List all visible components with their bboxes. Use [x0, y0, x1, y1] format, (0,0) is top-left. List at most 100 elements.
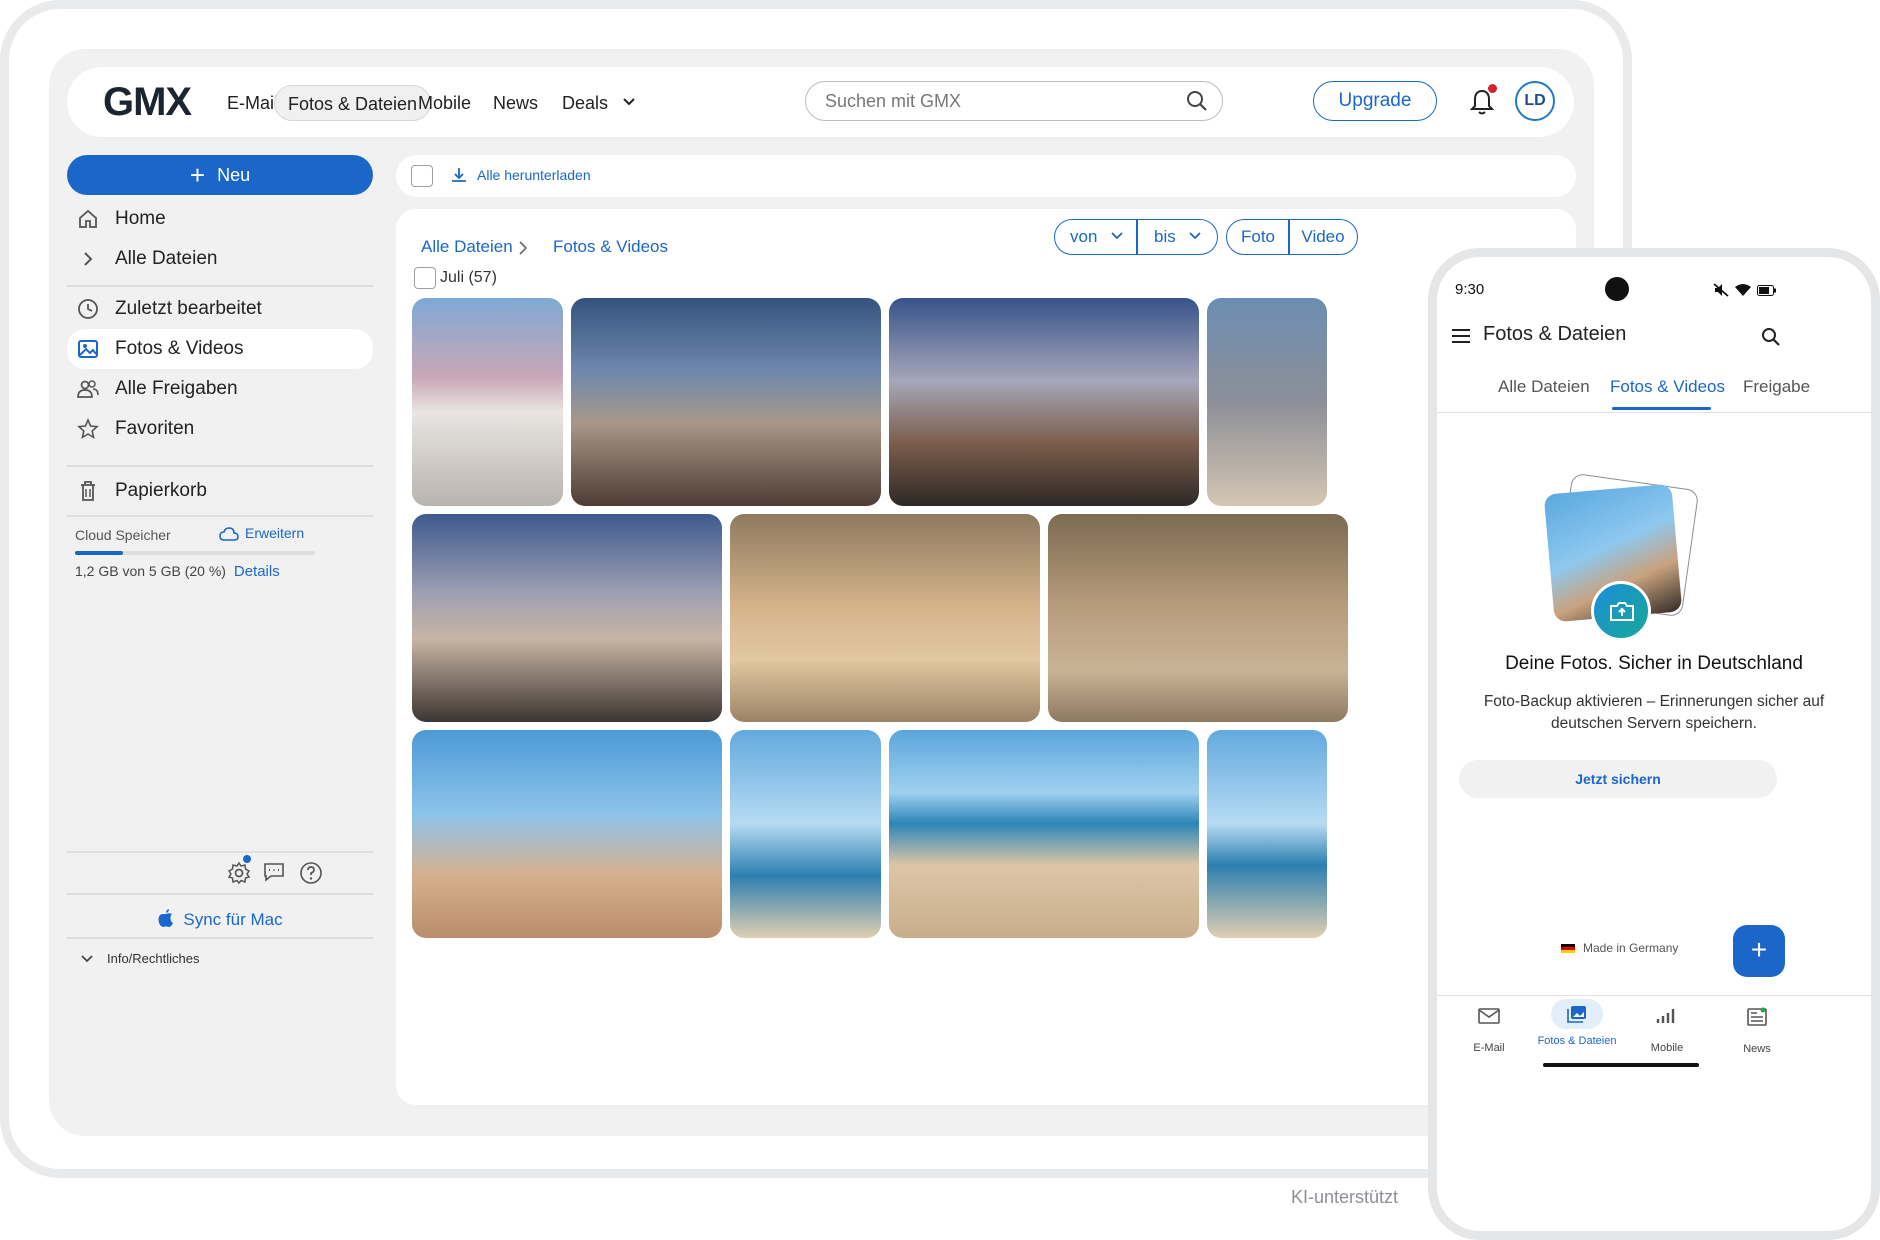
sidebar-divider [67, 893, 373, 895]
status-time: 9:30 [1455, 281, 1485, 298]
bottom-nav-mobile[interactable]: Mobile [1637, 1007, 1697, 1054]
photo-thumbnail[interactable] [730, 730, 881, 938]
photo-thumbnail[interactable] [412, 730, 722, 938]
sidebar-item-label: Alle Freigaben [115, 378, 238, 399]
home-indicator [1543, 1063, 1699, 1067]
chevron-down-icon [81, 955, 93, 963]
hamburger-menu-icon[interactable] [1451, 328, 1471, 344]
tab-shares[interactable]: Freigabe [1743, 377, 1810, 397]
expand-storage-label: Erweitern [245, 525, 305, 541]
tab-photos-videos[interactable]: Fotos & Videos [1610, 377, 1725, 397]
bottom-nav-label: News [1743, 1043, 1771, 1055]
sync-mac-link[interactable]: Sync für Mac [67, 903, 373, 937]
photo-thumbnail[interactable] [1207, 730, 1327, 938]
filter-photo-toggle[interactable]: Foto [1226, 219, 1290, 255]
ai-supported-note: KI-unterstützt [1291, 1187, 1399, 1207]
filter-to-label: bis [1154, 227, 1176, 246]
details-link[interactable]: Details [234, 563, 280, 580]
storage-label: Cloud Speicher [75, 527, 171, 543]
sidebar-divider [67, 465, 373, 467]
mail-icon [1478, 1008, 1500, 1024]
gmx-logo[interactable]: GMX [103, 82, 192, 122]
bottom-nav-news[interactable]: News [1727, 1007, 1787, 1055]
new-button-label: Neu [217, 165, 251, 185]
tab-all-files[interactable]: Alle Dateien [1498, 377, 1590, 397]
sidebar: + Neu Home Alle Dateien Zuletzt bearbeite… [67, 155, 373, 1125]
photo-thumbnail[interactable] [1048, 514, 1348, 722]
sidebar-item-recent[interactable]: Zuletzt bearbeitet [67, 289, 373, 329]
download-all-label: Alle herunterladen [477, 167, 591, 183]
download-all-button[interactable]: Alle herunterladen [451, 167, 591, 183]
search-input[interactable]: Suchen mit GMX [805, 81, 1223, 121]
bottom-nav-photos-files[interactable]: Fotos & Dateien [1523, 999, 1631, 1047]
legal-toggle[interactable]: Info/Rechtliches [81, 951, 200, 966]
legal-label: Info/Rechtliches [107, 951, 200, 966]
chevron-down-icon [1189, 232, 1201, 240]
sidebar-item-label: Papierkorb [115, 480, 207, 501]
breadcrumb-photos-videos[interactable]: Fotos & Videos [553, 237, 668, 257]
cloud-icon [219, 527, 239, 541]
feedback-icon[interactable] [263, 862, 285, 882]
sidebar-item-label: Fotos & Videos [115, 338, 244, 359]
camera-upload-icon [1610, 602, 1634, 621]
sidebar-item-favorites[interactable]: Favoriten [67, 409, 373, 449]
upgrade-button[interactable]: Upgrade [1313, 81, 1437, 121]
photo-thumbnail[interactable] [1207, 298, 1327, 506]
sidebar-item-label: Zuletzt bearbeitet [115, 298, 262, 319]
home-icon [79, 209, 97, 228]
backup-now-button[interactable]: Jetzt sichern [1459, 760, 1777, 798]
notification-badge [1488, 84, 1497, 93]
signal-bars-icon [1656, 1009, 1675, 1023]
group-select-checkbox[interactable] [414, 267, 436, 289]
app-title: Fotos & Dateien [1483, 323, 1627, 345]
sidebar-item-label: Home [115, 208, 166, 229]
apple-icon [158, 909, 174, 927]
filter-to-dropdown[interactable]: bis [1136, 219, 1218, 255]
trash-icon [81, 481, 95, 501]
avatar[interactable]: LD [1515, 81, 1555, 121]
breadcrumb-all-files[interactable]: Alle Dateien [421, 237, 513, 257]
select-all-checkbox[interactable] [411, 165, 433, 187]
photo-backup-badge [1591, 581, 1651, 641]
new-button[interactable]: + Neu [67, 155, 373, 195]
group-label: Juli (57) [440, 269, 497, 286]
help-icon[interactable] [299, 861, 323, 885]
nav-deals[interactable]: Deals [549, 85, 650, 121]
search-placeholder: Suchen mit GMX [825, 91, 962, 111]
germany-flag-icon [1561, 944, 1575, 953]
photo-thumbnail[interactable] [730, 514, 1040, 722]
search-icon[interactable] [1186, 90, 1208, 112]
sync-mac-label: Sync für Mac [183, 910, 283, 929]
battery-icon [1757, 285, 1776, 296]
settings-gear-icon[interactable] [227, 861, 251, 885]
newspaper-icon [1747, 1007, 1767, 1026]
image-icon [78, 340, 98, 358]
fab-add-button[interactable]: + [1733, 925, 1785, 977]
photo-thumbnail[interactable] [571, 298, 881, 506]
photo-thumbnail[interactable] [412, 514, 722, 722]
backup-headline: Deine Fotos. Sicher in Deutschland [1505, 653, 1803, 674]
sidebar-item-shares[interactable]: Alle Freigaben [67, 369, 373, 409]
sidebar-item-home[interactable]: Home [67, 199, 373, 239]
expand-storage-link[interactable]: Erweitern [219, 525, 304, 542]
photo-gallery: Alle Dateien Fotos & Videos von bis Foto… [396, 209, 1576, 1105]
filter-from-dropdown[interactable]: von [1054, 219, 1138, 255]
star-icon [77, 418, 99, 440]
photo-thumbnail[interactable] [889, 730, 1199, 938]
search-icon[interactable] [1761, 327, 1781, 347]
bottom-nav-label: Mobile [1650, 1042, 1684, 1054]
photo-thumbnail[interactable] [889, 298, 1199, 506]
sidebar-divider [67, 515, 373, 517]
nav-mobile[interactable]: Mobile [405, 85, 484, 121]
sidebar-item-all-files[interactable]: Alle Dateien [67, 239, 373, 279]
sidebar-item-trash[interactable]: Papierkorb [67, 471, 373, 511]
sidebar-item-photos-videos[interactable]: Fotos & Videos [67, 329, 373, 369]
filter-video-toggle[interactable]: Video [1288, 219, 1358, 255]
download-icon [452, 168, 466, 182]
chevron-right-icon [519, 241, 528, 255]
nav-news[interactable]: News [480, 85, 551, 121]
bottom-nav-email[interactable]: E-Mail [1459, 1007, 1519, 1054]
photo-thumbnail[interactable] [412, 298, 563, 506]
bottom-nav-divider [1437, 995, 1871, 996]
nav-deals-label: Deals [562, 93, 609, 113]
